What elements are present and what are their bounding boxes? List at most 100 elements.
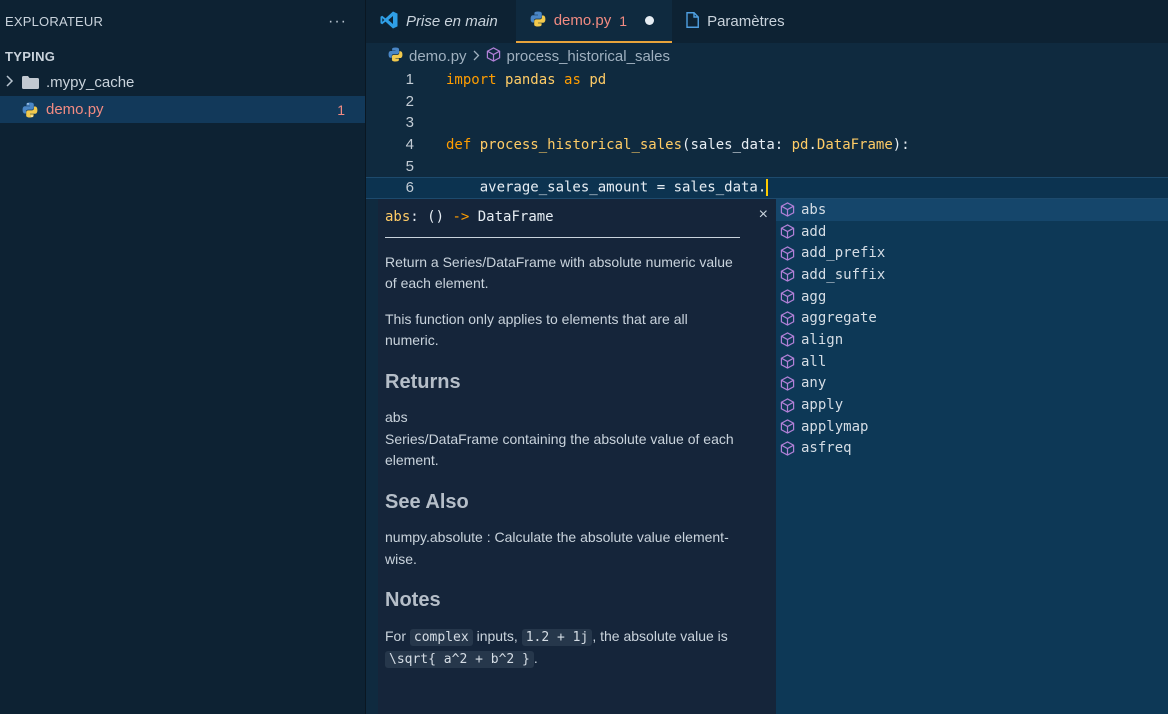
chevron-right-icon[interactable] [2, 75, 18, 90]
function-name: process_historical_sales [479, 136, 683, 153]
doc-return-name: abs [385, 409, 408, 425]
doc-signature: abs: () -> DataFrame [385, 207, 740, 238]
tab-parametres[interactable]: Paramètres [672, 0, 803, 43]
doc-notes: For complex inputs, 1.2 + 1j, the absolu… [385, 626, 740, 671]
python-icon [18, 102, 42, 118]
doc-paragraph: This function only applies to elements t… [385, 310, 688, 349]
suggestion-label: applymap [801, 418, 869, 435]
doc-text: For [385, 627, 410, 644]
doc-heading: Returns [385, 370, 461, 393]
editor-tab-bar: Prise en main demo.py 1 Paramètres [366, 0, 1168, 43]
doc-text: , the absolute value is [592, 627, 728, 644]
file-icon [686, 11, 700, 32]
tab-prise-en-main[interactable]: Prise en main [366, 0, 516, 43]
code-line-4[interactable]: 4 def process_historical_sales(sales_dat… [366, 134, 1168, 156]
suggestion-label: abs [801, 201, 827, 218]
more-actions-icon[interactable]: ··· [328, 13, 347, 31]
tab-demo-py[interactable]: demo.py 1 [515, 0, 673, 43]
doc-paragraph: Return a Series/DataFrame with absolute … [385, 253, 733, 292]
suggestion-item[interactable]: add [776, 221, 1168, 243]
python-icon [388, 46, 403, 66]
tab-label: Prise en main [406, 13, 498, 30]
suggestion-item[interactable]: asfreq [776, 438, 1168, 460]
doc-heading: See Also [385, 490, 469, 513]
line-number: 2 [405, 92, 414, 110]
suggestion-item[interactable]: applymap [776, 416, 1168, 438]
method-cube-icon [780, 245, 795, 261]
type-name: DataFrame [816, 136, 893, 153]
unsaved-dot-icon[interactable] [645, 16, 655, 25]
tab-label: Paramètres [707, 13, 785, 30]
doc-returns: abs Series/DataFrame containing the abso… [385, 407, 740, 472]
suggestion-list[interactable]: abs add add_prefix add_suffixagg aggregate al… [776, 199, 1168, 714]
method-cube-icon [780, 419, 795, 434]
suggestion-item[interactable]: align [776, 329, 1168, 351]
line-number: 5 [405, 157, 414, 175]
suggestion-item[interactable]: abs [776, 199, 1168, 221]
doc-heading: Notes [385, 589, 441, 611]
tree-item-label: .mypy_cache [46, 74, 135, 91]
chevron-right-icon [473, 49, 480, 64]
suggestion-label: any [801, 375, 827, 392]
cube-icon [486, 46, 501, 66]
tree-item-mypy-cache[interactable]: .mypy_cache [0, 69, 365, 96]
code-text: . [808, 136, 817, 153]
code-line-1[interactable]: 1 import pandas as pd [366, 69, 1168, 91]
inline-code: 1.2 + 1j [521, 628, 593, 646]
python-icon [530, 11, 546, 31]
suggestion-label: all [801, 353, 827, 370]
line-number: 4 [405, 136, 414, 154]
vscode-icon [380, 11, 398, 33]
suggestion-item[interactable]: add_prefix [776, 242, 1168, 264]
tree-item-demo-py[interactable]: demo.py 1 [0, 96, 365, 123]
method-cube-icon [780, 289, 795, 304]
breadcrumb-symbol[interactable]: process_historical_sales [507, 48, 670, 65]
doc-signature-params: : () [410, 209, 453, 225]
suggestion-item[interactable]: add_suffix [776, 264, 1168, 286]
code-line-6[interactable]: 6 average_sales_amount = sales_data. [366, 176, 1168, 199]
breadcrumb-file[interactable]: demo.py [409, 48, 467, 65]
method-cube-icon [780, 224, 795, 239]
suggestion-label: add_suffix [801, 266, 886, 283]
method-cube-icon [780, 332, 795, 348]
code-line-3[interactable]: 3 [366, 112, 1168, 134]
keyword: as [564, 71, 581, 88]
suggestion-item[interactable]: agg [776, 286, 1168, 308]
line-number: 3 [405, 114, 414, 132]
suggestion-label: add_prefix [801, 245, 886, 262]
code-line-5[interactable]: 5 [366, 155, 1168, 177]
code-text: (sales_data: [682, 136, 792, 153]
text-cursor [766, 179, 769, 197]
inline-code: complex [409, 628, 473, 646]
method-cube-icon [780, 354, 795, 369]
method-cube-icon [780, 397, 795, 413]
explorer-header: EXPLORATEUR ··· [0, 0, 365, 43]
suggestion-details-panel: abs: () -> DataFrame × Return a Series/D… [378, 199, 776, 714]
tree-item-label: demo.py [46, 101, 104, 118]
inline-code: \sqrt{ a^2 + b^2 } [385, 651, 534, 668]
code-lines[interactable]: 1 import pandas as pd 2 3 4 def process_… [366, 69, 1168, 199]
error-count-badge: 1 [337, 101, 345, 118]
line-number: 1 [405, 71, 414, 89]
suggestion-item[interactable]: aggregate [776, 307, 1168, 329]
suggestion-label: add [801, 223, 827, 240]
doc-signature-return: DataFrame [469, 209, 554, 225]
method-cube-icon [780, 202, 795, 218]
tab-error-count: 1 [619, 12, 628, 29]
workspace-section[interactable]: TYPING [0, 43, 365, 69]
close-icon[interactable]: × [759, 204, 768, 226]
suggestion-item[interactable]: all [776, 351, 1168, 373]
suggestion-label: agg [801, 288, 827, 305]
suggestion-label: aggregate [801, 310, 877, 327]
vscode-window: EXPLORATEUR ··· TYPING .mypy_cache demo.… [0, 0, 1168, 714]
type-module: pd [791, 136, 809, 153]
tab-label: demo.py [553, 12, 612, 29]
suggestion-item[interactable]: apply [776, 394, 1168, 416]
suggestion-label: apply [801, 397, 844, 414]
explorer-title: EXPLORATEUR [5, 14, 104, 29]
doc-text: . [533, 650, 538, 666]
code-line-2[interactable]: 2 [366, 91, 1168, 113]
suggestion-item[interactable]: any [776, 373, 1168, 395]
code-text: average_sales_amount = sales_data. [446, 179, 767, 196]
module-alias: pd [589, 71, 607, 88]
